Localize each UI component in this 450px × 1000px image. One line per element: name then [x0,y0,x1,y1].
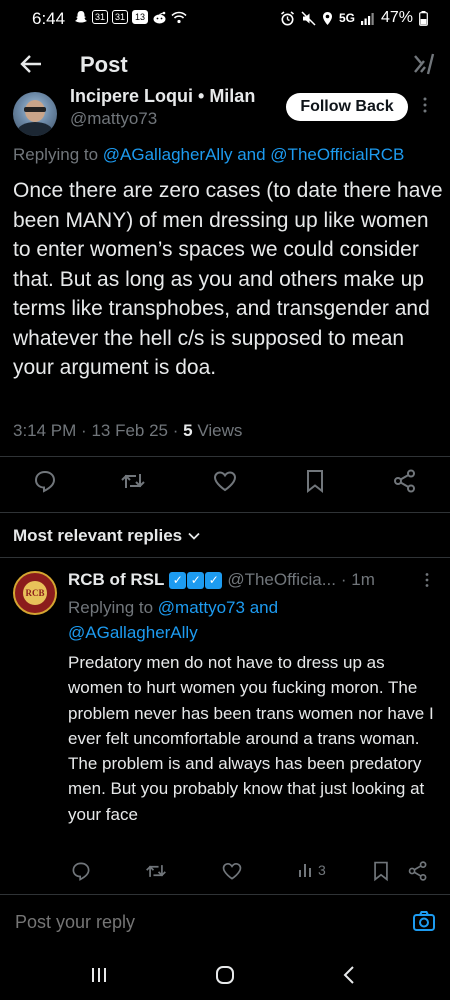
post-actions [0,468,450,500]
mention-link[interactable]: @TheOfficialRCB [270,145,404,164]
camera-icon[interactable] [412,909,436,933]
page-title: Post [80,52,128,77]
reply-header: RCB of RSL ✓ ✓ ✓ @TheOfficia... · 1m [68,570,375,590]
status-notification-icons: 31 31 13 [74,10,187,24]
chevron-down-icon [188,532,200,540]
repost-icon[interactable] [120,468,146,494]
mention-link[interactable]: @mattyo73 [158,598,245,617]
reply-author-handle[interactable]: @TheOfficia... [227,570,336,590]
mention-link[interactable]: @AGallagherAlly [68,623,198,642]
reply-author-name[interactable]: RCB of RSL [68,570,164,590]
reply-actions: 3 [0,860,450,886]
reply-views-count: 3 [318,862,326,878]
reply-icon[interactable] [70,860,92,882]
wifi-icon [171,11,187,24]
bookmark-icon[interactable] [302,468,328,494]
app-header: Post [0,40,450,90]
back-arrow-icon[interactable] [18,50,46,78]
recent-apps-icon[interactable] [90,966,108,984]
calendar-icon: 31 [92,10,109,24]
post-text: Once there are zero cases (to date there… [13,179,443,379]
notification-badge-icon: 13 [132,10,149,24]
reply-avatar[interactable]: RCB [13,571,57,615]
battery-icon [419,10,428,26]
mention-link[interactable]: @AGallagherAlly [103,145,233,164]
post-meta: 3:14 PM · 13 Feb 25 · 5 Views [13,421,243,440]
home-icon[interactable] [215,965,235,985]
like-icon[interactable] [212,468,238,494]
reply-text: Predatory men do not have to dress up as… [68,653,434,824]
status-time: 6:44 [32,9,66,28]
repost-icon[interactable] [145,860,167,882]
divider [0,512,450,513]
author-handle[interactable]: @mattyo73 [70,109,157,129]
network-type: 5G [338,11,355,25]
reply-time: · 1m [340,570,375,589]
author-avatar[interactable] [13,92,57,136]
reply-input[interactable] [13,911,357,934]
reply-more-icon[interactable] [424,572,430,588]
divider [0,456,450,457]
divider [0,557,450,558]
follow-back-button[interactable]: Follow Back [286,93,408,121]
reply-avatar-logo: RCB [23,581,47,605]
views-icon[interactable] [296,860,318,882]
author-name[interactable]: Incipere Loqui • Milan [70,86,255,107]
system-nav-bar [0,952,450,1000]
share-icon[interactable] [392,468,418,494]
grok-icon[interactable] [412,52,436,76]
snapchat-icon [74,10,88,24]
reply-replying-to: Replying to @mattyo73 and @AGallagherAlly [68,598,279,642]
alarm-icon [280,10,295,26]
mute-icon [301,10,316,26]
post-more-icon[interactable] [422,96,428,114]
share-icon[interactable] [407,860,429,882]
views-count: 5 [183,421,193,440]
post-time: 3:14 PM [13,421,77,440]
replies-sort-dropdown[interactable]: Most relevant replies [13,526,200,546]
location-icon [322,11,333,26]
post-date: 13 Feb 25 [91,421,168,440]
signal-icon [360,12,375,25]
reddit-icon [152,11,167,24]
calendar-icon-2: 31 [112,10,129,24]
battery-level: 47% [380,9,413,26]
reply-icon[interactable] [32,468,58,494]
status-bar: 6:44 31 31 13 5G 47% [0,0,450,38]
status-right-icons: 5G 47% [280,9,428,27]
system-back-icon[interactable] [342,965,356,985]
verified-badges-icon: ✓ ✓ ✓ [169,571,223,589]
replying-to-line: Replying to @AGallagherAlly and @TheOffi… [13,145,405,164]
bookmark-icon[interactable] [370,860,392,882]
views-label: Views [192,421,243,440]
like-icon[interactable] [221,860,243,882]
